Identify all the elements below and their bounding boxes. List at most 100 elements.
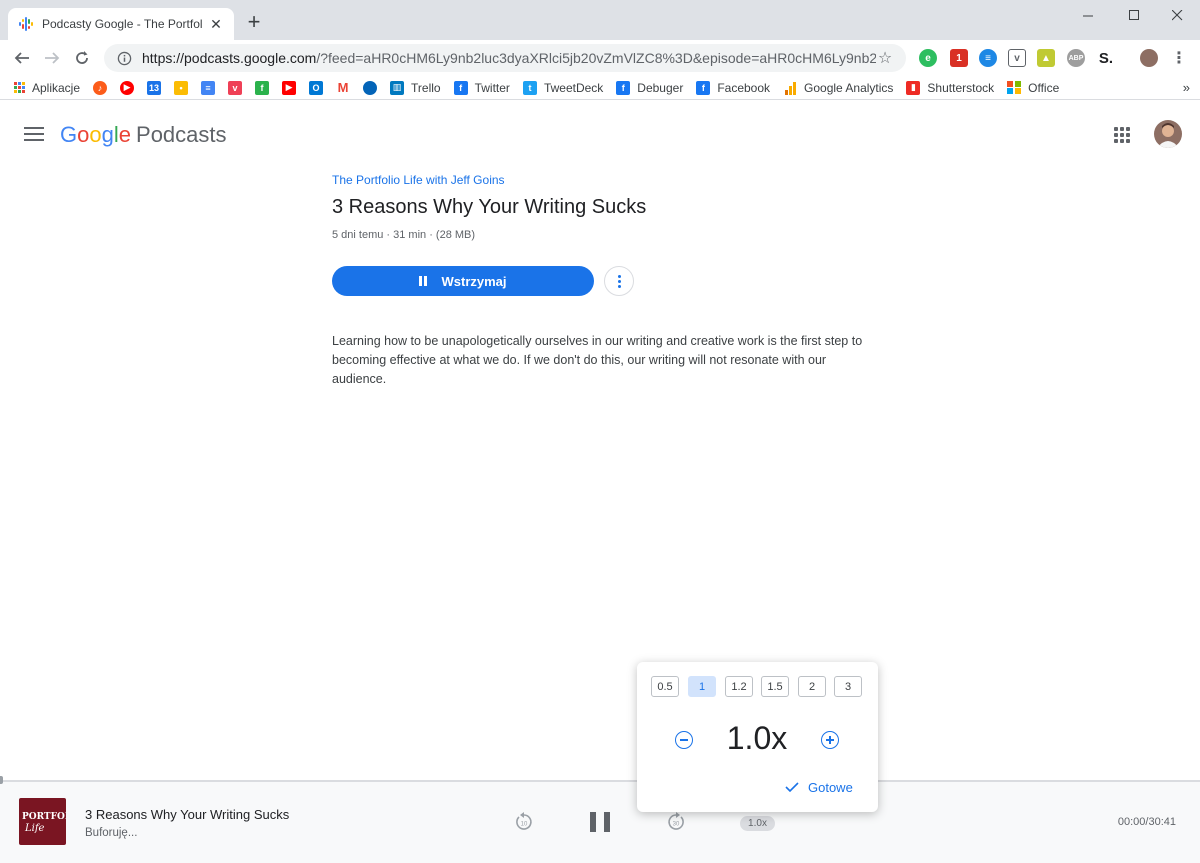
logo-product-name: Podcasts (136, 122, 227, 147)
increase-speed-icon[interactable] (821, 731, 839, 749)
podcast-cover-art[interactable]: PORTFOLIO Life (19, 798, 66, 845)
bookmark-label: Trello (411, 80, 441, 95)
speed-option-1-5[interactable]: 1.5 (761, 676, 789, 697)
evernote-extension-icon[interactable]: e (919, 49, 937, 67)
calendar-icon: 13 (147, 80, 162, 95)
player-episode-title: 3 Reasons Why Your Writing Sucks (85, 807, 290, 822)
bookmark-google-analytics[interactable]: Google Analytics (783, 81, 893, 95)
bookmark-star-icon[interactable]: ☆ (876, 49, 894, 67)
decrease-speed-icon[interactable] (675, 731, 693, 749)
browser-tab[interactable]: Podcasty Google - The Portfolio L ✕ (8, 8, 234, 40)
speed-option-0-5[interactable]: 0.5 (651, 676, 679, 697)
gmail-icon: M (336, 80, 351, 95)
progress-bar[interactable] (0, 776, 1200, 784)
facebook-icon: f (616, 80, 631, 95)
svg-text:30: 30 (673, 822, 680, 828)
google-apps-icon[interactable] (1114, 127, 1130, 143)
bookmark-office[interactable]: Office (1006, 81, 1059, 95)
speed-option-2[interactable]: 2 (798, 676, 826, 697)
docs-icon: ≡ (201, 80, 216, 95)
check-icon (785, 782, 799, 792)
reload-icon[interactable] (70, 46, 94, 70)
site-info-icon[interactable] (116, 50, 132, 66)
episode-title: 3 Reasons Why Your Writing Sucks (332, 196, 647, 218)
tweetdeck-icon: t (522, 80, 537, 95)
forward-icon[interactable]: 30 (666, 812, 686, 832)
address-bar[interactable]: https://podcasts.google.com/?feed=aHR0cH… (104, 44, 906, 72)
bookmark-gmail[interactable]: M (336, 80, 351, 95)
drive-saver-extension-icon[interactable]: ▲ (1037, 49, 1055, 67)
todoist-extension-icon[interactable]: 1 (950, 49, 968, 67)
youtube-music-icon: ▶ (120, 80, 135, 95)
bookmark-outlook[interactable]: O (309, 80, 324, 95)
more-options-icon[interactable] (604, 266, 634, 296)
chrome-menu-icon[interactable]: ⋮ (1170, 49, 1188, 67)
bookmark-facebook[interactable]: f Facebook (696, 80, 771, 95)
bookmark-label: Aplikacje (32, 80, 81, 95)
episode-meta: 5 dni temu · 31 min · (28 MB) (332, 229, 476, 241)
bookmark-feedly[interactable]: f (255, 80, 270, 95)
bookmark-trello[interactable]: ▥ Trello (390, 80, 441, 95)
close-tab-icon[interactable]: ✕ (208, 16, 224, 32)
menu-icon[interactable] (24, 127, 44, 141)
bookmark-twitter[interactable]: f Twitter (453, 80, 510, 95)
current-speed: 1.0x (726, 720, 788, 756)
account-avatar[interactable] (1154, 120, 1182, 148)
player-pause-icon[interactable] (590, 812, 610, 834)
back-icon[interactable] (10, 46, 34, 70)
new-tab-button[interactable]: + (244, 11, 264, 33)
semrush-extension-icon[interactable]: S. (1097, 49, 1115, 67)
profile-icon[interactable] (1140, 49, 1158, 67)
adblock-extension-icon[interactable]: ABP (1067, 49, 1085, 67)
playback-time: 00:00/30:41 (1117, 816, 1176, 828)
minimize-icon[interactable] (1066, 0, 1111, 30)
done-label: Gotowe (808, 779, 853, 795)
bookmark-label: Debuger (637, 80, 684, 95)
translate-extension-icon[interactable]: ≡ (979, 49, 997, 67)
cover-title: PORTFOLIO (22, 812, 66, 822)
speed-option-1[interactable]: 1 (688, 676, 716, 697)
show-link[interactable]: The Portfolio Life with Jeff Goins (332, 173, 505, 187)
google-podcasts-logo[interactable]: Google Podcasts (60, 122, 227, 148)
bookmark-docs[interactable]: ≡ (201, 80, 216, 95)
speed-option-3[interactable]: 3 (834, 676, 862, 697)
url-path: /?feed=aHR0cHM6Ly9nb2luc3dyaXRlci5jb20vZ… (316, 50, 876, 66)
pocket-extension-icon[interactable]: v (1008, 49, 1026, 67)
bookmark-debuger[interactable]: f Debuger (616, 80, 684, 95)
cover-subtitle: Life (25, 823, 45, 834)
speed-option-1-2[interactable]: 1.2 (725, 676, 753, 697)
done-button[interactable]: Gotowe (785, 777, 853, 797)
keep-icon: • (174, 80, 189, 95)
bookmark-label: Shutterstock (927, 80, 995, 95)
bookmark-pocket[interactable]: v (228, 80, 243, 95)
facebook-icon: f (696, 80, 711, 95)
facebook-icon: f (453, 80, 468, 95)
pause-button[interactable]: Wstrzymaj (332, 266, 594, 296)
more-bookmarks-button[interactable]: » (1183, 80, 1190, 95)
bookmark-keep[interactable]: • (174, 80, 189, 95)
bookmark-aplikacje[interactable]: Aplikacje (14, 81, 80, 95)
bookmarks-bar: Aplikacje ♪ ▶ 13 • ≡ v f ▶ O M ▥ Trello f… (0, 76, 1200, 100)
bookmark-label: Facebook (717, 80, 771, 95)
bookmark-youtube-music[interactable]: ▶ (120, 80, 135, 95)
progress-handle[interactable] (0, 776, 3, 784)
svg-text:10: 10 (521, 822, 528, 828)
music-icon: ♪ (93, 80, 108, 95)
close-window-icon[interactable] (1155, 0, 1200, 30)
playback-speed-button[interactable]: 1.0x (740, 816, 775, 831)
forward-icon[interactable] (40, 46, 64, 70)
bookmark-youtube[interactable]: ▶ (282, 80, 297, 95)
bookmark-shutterstock[interactable]: ▮ Shutterstock (906, 80, 995, 95)
browser-titlebar: Podcasty Google - The Portfolio L ✕ + (0, 0, 1200, 40)
bookmark-music[interactable]: ♪ (93, 80, 108, 95)
url-host: https://podcasts.google.com (142, 50, 317, 66)
app-header: Google Podcasts (0, 100, 1200, 170)
bookmark-tweetdeck[interactable]: t TweetDeck (522, 80, 603, 95)
tab-title: Podcasty Google - The Portfolio L (42, 17, 202, 31)
bookmark-onedrive[interactable] (363, 80, 378, 95)
maximize-icon[interactable] (1112, 0, 1157, 30)
rewind-icon[interactable]: 10 (514, 812, 534, 832)
bookmark-calendar[interactable]: 13 (147, 80, 162, 95)
feedly-icon: f (255, 80, 270, 95)
youtube-icon: ▶ (282, 80, 297, 95)
